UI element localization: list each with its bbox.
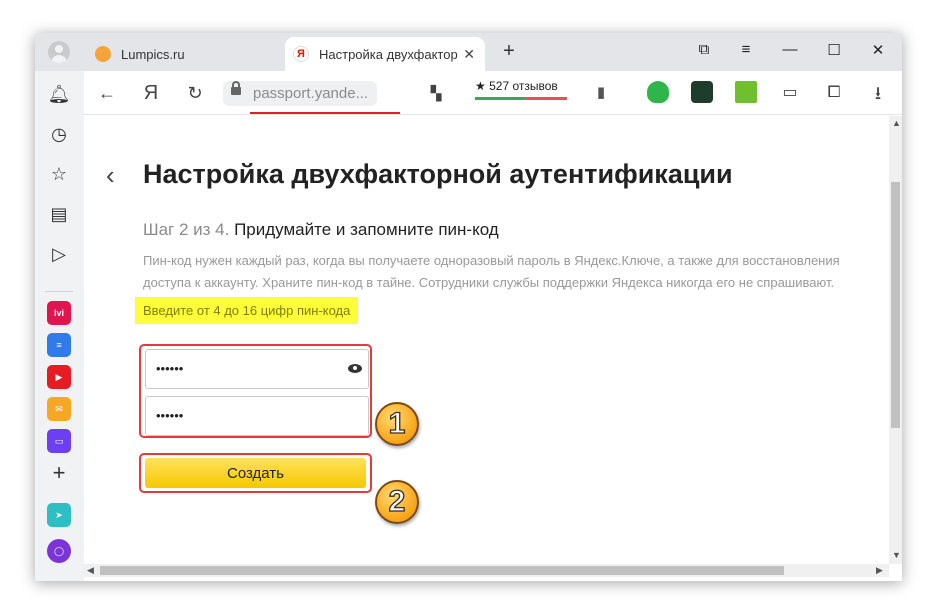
yandex-logo-icon[interactable]: Я: [139, 81, 163, 105]
pin-confirm-input[interactable]: ••••••: [145, 396, 369, 436]
ivi-app-icon[interactable]: ivi: [47, 301, 71, 325]
add-app-icon[interactable]: +: [47, 461, 71, 485]
pin-fields-highlight: •••••• ••••••: [139, 344, 372, 438]
page-content: ‹ Настройка двухфакторной аутентификации…: [84, 116, 889, 564]
scroll-left-arrow-icon[interactable]: ◀: [87, 565, 94, 576]
minimize-icon[interactable]: —: [777, 41, 803, 63]
reload-icon[interactable]: ↻: [183, 81, 207, 105]
tab-yandex-passport[interactable]: Я Настройка двухфактор ✕: [285, 37, 485, 71]
translate-icon[interactable]: ▚: [424, 81, 448, 105]
pin-value: ••••••: [156, 361, 184, 376]
scroll-right-arrow-icon[interactable]: ▶: [876, 565, 883, 576]
vertical-scroll-thumb[interactable]: [891, 182, 900, 428]
create-button-highlight: Создать: [139, 453, 372, 493]
messenger-app-icon[interactable]: ▭: [47, 429, 71, 453]
description: Пин-код нужен каждый раз, когда вы получ…: [143, 253, 840, 290]
toolbar: ← Я ↻ passport.yande... ▚ ★ 527 отзывов …: [35, 71, 902, 115]
address-bar[interactable]: passport.yande...: [223, 81, 377, 106]
step-heading: Шаг 2 из 4. Придумайте и запомните пин-к…: [143, 220, 499, 240]
step-number: Шаг 2 из 4.: [143, 220, 230, 239]
new-tab-icon[interactable]: +: [497, 40, 521, 64]
profile-avatar-icon[interactable]: [48, 41, 70, 63]
play-icon[interactable]: ▷: [47, 242, 71, 266]
tab-title: Настройка двухфактор: [319, 46, 458, 62]
youtube-app-icon[interactable]: ▶: [47, 365, 71, 389]
pin-input[interactable]: ••••••: [145, 349, 369, 389]
reviews-rating-bar: [475, 97, 567, 100]
annotation-badge-2: 2: [375, 480, 419, 524]
alice-app-icon[interactable]: ◯: [47, 539, 71, 563]
close-window-icon[interactable]: ✕: [865, 41, 891, 63]
maximize-icon[interactable]: ☐: [821, 41, 847, 63]
scroll-up-arrow-icon[interactable]: ▲: [892, 118, 901, 128]
annotation-badge-1: 1: [375, 402, 419, 446]
show-password-eye-icon[interactable]: [348, 364, 362, 373]
tab-close-icon[interactable]: ✕: [463, 46, 475, 63]
telegram-app-icon[interactable]: ➤: [47, 503, 71, 527]
tab-lumpics[interactable]: Lumpics.ru: [85, 37, 281, 71]
step-title: Придумайте и запомните пин-код: [234, 220, 499, 239]
create-button[interactable]: Создать: [145, 458, 366, 488]
scroll-down-arrow-icon[interactable]: ▼: [892, 550, 901, 560]
address-text: passport.yande...: [253, 85, 369, 102]
docs-app-icon[interactable]: ≡: [47, 333, 71, 357]
bookmark-icon[interactable]: ▮: [589, 81, 613, 105]
tab-collections-icon[interactable]: ⧉: [691, 41, 717, 63]
tab-bar: Lumpics.ru Я Настройка двухфактор ✕ + ⧉ …: [35, 33, 902, 71]
vertical-scrollbar[interactable]: ▲ ▼: [889, 116, 902, 564]
browser-window: Lumpics.ru Я Настройка двухфактор ✕ + ⧉ …: [35, 33, 902, 581]
notifications-bell-icon[interactable]: 🔔︎: [47, 82, 71, 106]
back-chevron-icon[interactable]: ‹: [106, 160, 115, 191]
sidebar: 🔔︎ ◷ ☆ ▤ ▷ ivi ≡ ▶ ✉ ▭ + ➤ ◯: [35, 71, 84, 581]
yandex-favicon-icon: Я: [293, 46, 309, 62]
lumpics-favicon-icon: [95, 46, 111, 62]
pin-confirm-value: ••••••: [156, 408, 184, 423]
reviews-widget[interactable]: ★ 527 отзывов: [475, 79, 558, 93]
download-extension-icon[interactable]: [735, 81, 757, 103]
menu-icon[interactable]: ≡: [733, 41, 759, 63]
lock-icon: [231, 81, 241, 95]
page-title: Настройка двухфакторной аутентификации: [143, 159, 733, 189]
collections-icon[interactable]: ▤: [47, 202, 71, 226]
vpn-extension-icon[interactable]: [691, 81, 713, 103]
horizontal-scrollbar[interactable]: ◀ ▶: [84, 564, 889, 577]
back-arrow-icon[interactable]: ←: [95, 81, 119, 105]
history-clock-icon[interactable]: ◷: [47, 122, 71, 146]
loading-indicator: [250, 112, 400, 114]
pin-hint: Введите от 4 до 16 цифр пин-кода: [135, 297, 359, 324]
reader-mode-icon[interactable]: ▭: [778, 81, 802, 105]
adguard-shield-icon[interactable]: [647, 81, 669, 103]
horizontal-scroll-thumb[interactable]: [100, 566, 784, 575]
tab-title: Lumpics.ru: [121, 46, 185, 62]
sidebar-divider: [45, 291, 73, 292]
favorites-star-icon[interactable]: ☆: [47, 162, 71, 186]
screenshot-icon[interactable]: ⧠: [822, 81, 846, 105]
downloads-icon[interactable]: ⭳: [866, 81, 890, 105]
mail-app-icon[interactable]: ✉: [47, 397, 71, 421]
